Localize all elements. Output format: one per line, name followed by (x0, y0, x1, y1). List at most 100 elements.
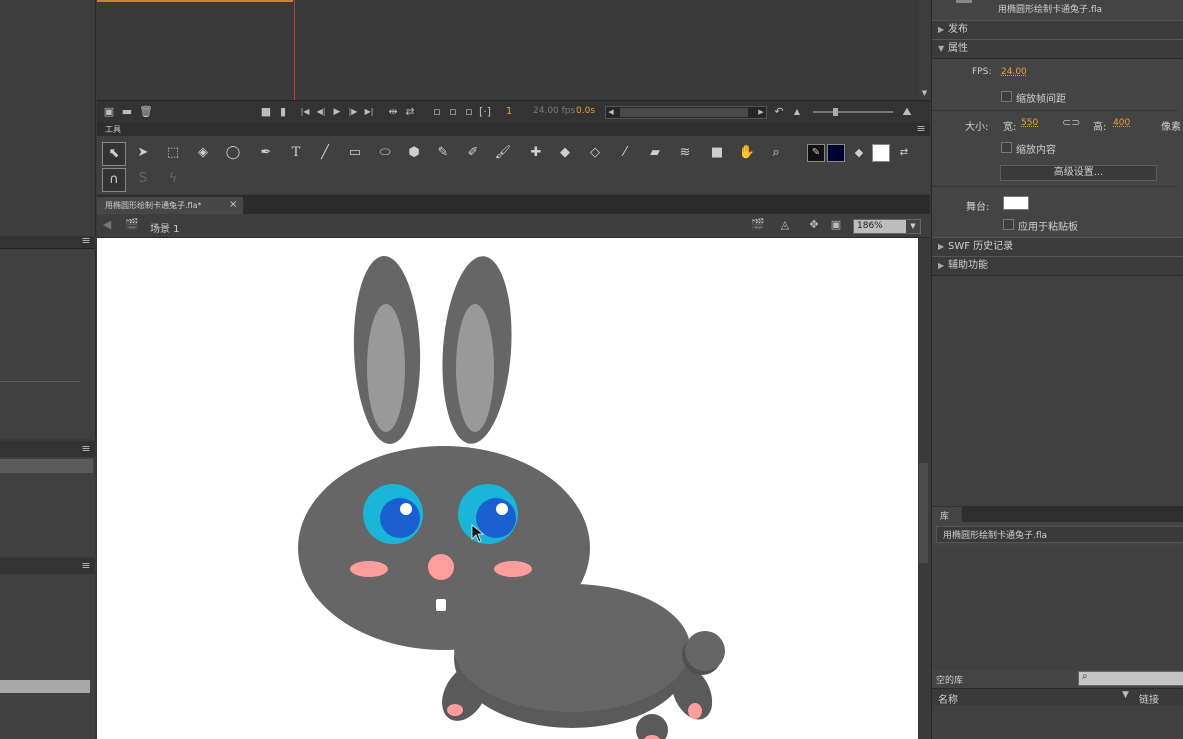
pencil-tool-icon[interactable]: ✎ (432, 142, 454, 164)
stage-scroll-thumb[interactable] (919, 463, 928, 563)
modify-markers-icon[interactable]: [·] (479, 103, 491, 121)
new-layer-icon[interactable]: ▣ (103, 103, 115, 121)
frame-number[interactable]: 1 (506, 106, 512, 117)
oval-tool-icon[interactable]: ⬭ (374, 142, 396, 164)
new-folder-icon[interactable]: ▬ (121, 103, 133, 121)
playhead-line[interactable] (294, 0, 295, 100)
edit-scene-icon[interactable]: 🎬 (751, 216, 765, 234)
library-col-link[interactable]: 链接 (1139, 691, 1159, 706)
selection-tool-icon[interactable]: ⬉ (102, 142, 126, 166)
timeline-area[interactable] (97, 0, 919, 100)
panel-menu-icon[interactable]: ≡ (81, 440, 91, 458)
time-readout[interactable]: 0.0s (576, 106, 595, 116)
fps-value[interactable]: 24.00 (1001, 67, 1027, 77)
document-tab[interactable]: 用椭圆形绘制卡通兔子.fla* × (97, 197, 243, 214)
width-tool-icon[interactable]: ≋ (674, 142, 696, 164)
subselection-tool-icon[interactable]: ➤ (132, 142, 154, 164)
paint-brush-tool-icon[interactable]: 🖌 (492, 142, 514, 164)
fill-color-swatch-dark[interactable] (827, 144, 845, 162)
eraser-tool-icon[interactable]: ▰ (644, 142, 666, 164)
advanced-settings-button[interactable]: 高级设置... (1000, 165, 1157, 181)
loop-icon[interactable]: ⇄ (404, 103, 416, 121)
library-tab[interactable]: 库 (932, 507, 962, 522)
smooth-icon[interactable]: S (132, 168, 154, 190)
bone-tool-icon[interactable]: ✚ (525, 142, 547, 164)
back-arrow-icon[interactable]: ◀ (101, 216, 113, 234)
scroll-left-icon[interactable]: ◀ (607, 103, 615, 121)
camera-tool-icon[interactable]: ■ (706, 142, 728, 164)
small-mountain-icon[interactable]: ▲ (792, 103, 802, 121)
pen-tool-icon[interactable]: ✒ (255, 142, 277, 164)
stage[interactable] (97, 238, 918, 739)
scene-label[interactable]: 场景 1 (150, 220, 180, 235)
sort-down-icon[interactable]: ▼ (1122, 690, 1129, 700)
swf-history-section-header[interactable]: ▶ SWF 历史记录 (932, 237, 1183, 257)
chevron-down-icon[interactable]: ▼ (906, 220, 920, 233)
polystar-tool-icon[interactable]: ⬢ (403, 142, 425, 164)
link-icon[interactable]: ⊂⊃ (1062, 114, 1080, 132)
slider-knob[interactable] (833, 108, 838, 116)
prev-frame-icon[interactable]: ◀| (315, 103, 327, 121)
edit-symbols-icon[interactable]: ◬ (777, 216, 793, 234)
scale-content-checkbox[interactable] (1001, 142, 1012, 153)
first-frame-icon[interactable]: |◀ (299, 103, 311, 121)
library-doc-select[interactable]: 用椭圆形绘制卡通兔子.fla (936, 526, 1183, 543)
stroke-color-swatch[interactable]: ✎ (807, 144, 825, 162)
large-mountain-icon[interactable]: ⛰ (899, 103, 915, 121)
panel-menu-icon[interactable]: ≡ (81, 232, 91, 250)
width-value[interactable]: 550 (1021, 118, 1038, 128)
onion-skin-icon[interactable]: ▫ (431, 103, 443, 121)
line-tool-icon[interactable]: ╱ (314, 142, 336, 164)
scroll-right-icon[interactable]: ▶ (757, 103, 765, 121)
library-search-input[interactable]: ⌕ (1078, 671, 1183, 686)
snap-to-objects-icon[interactable]: ∩ (102, 168, 126, 192)
brush-tool-icon[interactable]: ✐ (462, 142, 484, 164)
rectangle-tool-icon[interactable]: ▭ (344, 142, 366, 164)
3d-rotation-tool-icon[interactable]: ◈ (192, 142, 214, 164)
timeline-scrollbar-v[interactable]: ▼ (919, 0, 930, 100)
panel-menu-icon[interactable]: ≡ (81, 557, 91, 575)
height-value[interactable]: 400 (1113, 118, 1130, 128)
zoom-tool-icon[interactable]: ⌕ (765, 142, 787, 164)
stage-scrollbar-v[interactable] (918, 238, 930, 739)
scroll-thumb[interactable] (620, 108, 748, 117)
text-tool-icon[interactable]: T (285, 142, 307, 164)
fps-readout[interactable]: 24.00 fps (533, 106, 575, 116)
center-frame-icon[interactable]: ⇹ (387, 103, 399, 121)
delete-icon[interactable]: 🗑 (139, 103, 153, 121)
left-panel-header-3[interactable]: ≡ (0, 558, 95, 575)
tab-close-icon[interactable]: × (229, 199, 237, 210)
apply-paste-checkbox[interactable] (1003, 219, 1014, 230)
zoom-select[interactable]: 186% ▼ (853, 219, 921, 234)
hand-tool-icon[interactable]: ✋ (736, 142, 758, 164)
paint-bucket-tool-icon[interactable]: ◆ (554, 142, 576, 164)
timeline-zoom-slider[interactable] (813, 108, 893, 116)
clip-stage-icon[interactable]: ▣ (829, 216, 843, 234)
publish-section-header[interactable]: ▶ 发布 (932, 20, 1183, 40)
accessibility-section-header[interactable]: ▶ 辅助功能 (932, 256, 1183, 276)
tools-panel-header[interactable]: 工具 ≡ (97, 122, 930, 137)
lasso-tool-icon[interactable]: ◯ (222, 142, 244, 164)
marker-icon[interactable]: ▮ (278, 103, 288, 121)
rotate-icon[interactable]: ↶ (773, 103, 785, 121)
left-panel-header-2[interactable]: ≡ (0, 441, 95, 458)
bunny-artwork[interactable] (97, 238, 918, 739)
center-stage-icon[interactable]: ✥ (807, 216, 821, 234)
library-col-name[interactable]: 名称 (938, 691, 958, 706)
edit-multiple-icon[interactable]: ▫ (463, 103, 475, 121)
fill-color-swatch[interactable] (872, 144, 890, 162)
left-row[interactable] (0, 459, 93, 473)
last-frame-icon[interactable]: ▶| (363, 103, 375, 121)
straighten-icon[interactable]: ϟ (162, 168, 184, 190)
swap-colors-icon[interactable]: ⇄ (893, 142, 915, 164)
timeline-hscroll[interactable]: ◀ ▶ (605, 106, 767, 119)
eyedropper-tool-icon[interactable]: ⁄ (614, 142, 636, 164)
scale-spans-checkbox[interactable] (1001, 91, 1012, 102)
play-icon[interactable]: ▶ (331, 103, 343, 121)
free-transform-tool-icon[interactable]: ⬚ (162, 142, 184, 164)
camera-icon[interactable]: ■ (260, 103, 272, 121)
left-input[interactable] (0, 680, 90, 693)
onion-outline-icon[interactable]: ▫ (447, 103, 459, 121)
left-panel-header-1[interactable]: ≡ (0, 234, 95, 249)
stage-color-swatch[interactable] (1003, 196, 1029, 210)
